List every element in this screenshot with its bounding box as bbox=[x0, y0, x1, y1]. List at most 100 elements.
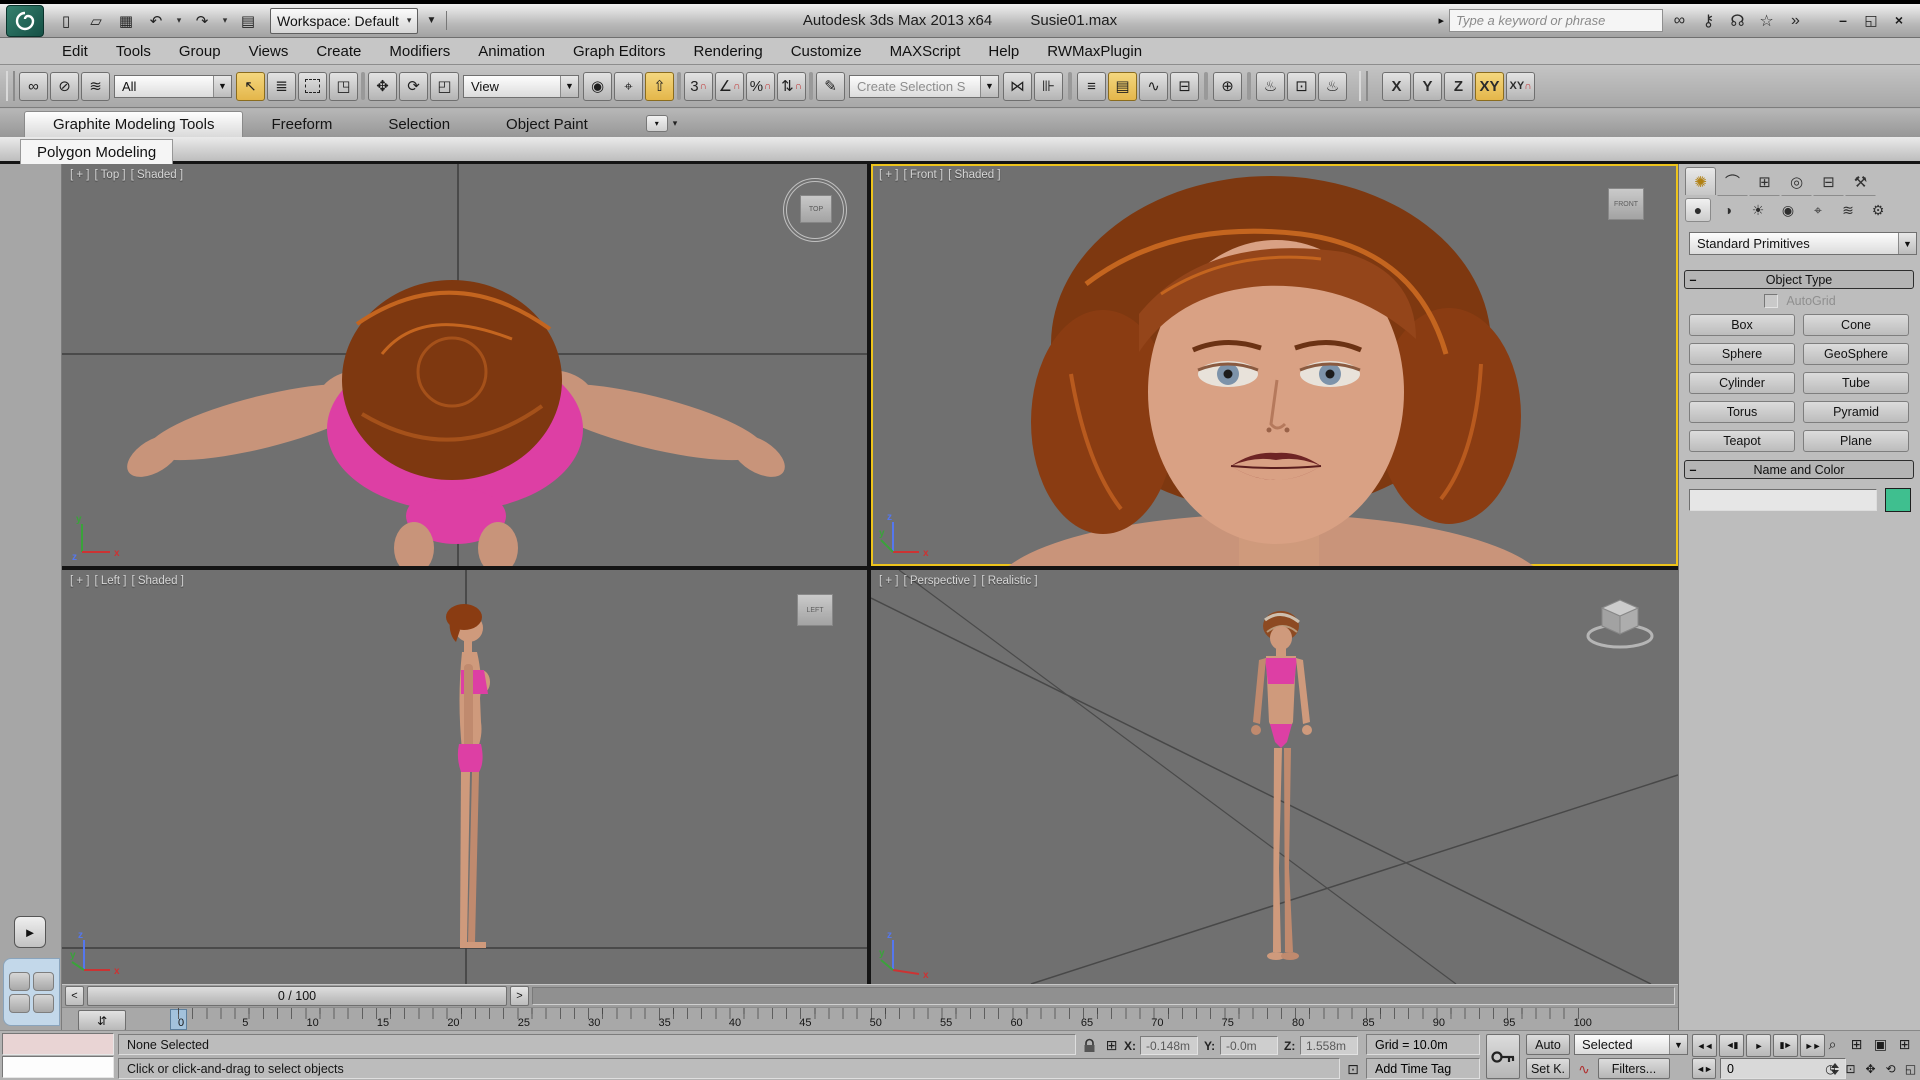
viewport-menu-general[interactable]: [ + ] bbox=[70, 169, 90, 181]
go-to-start-button[interactable]: ◄◄ bbox=[1692, 1034, 1717, 1057]
viewcube[interactable]: LEFT bbox=[797, 594, 833, 626]
new-scene-button[interactable]: ▯ bbox=[53, 9, 79, 33]
isolate-selection-toggle[interactable]: ⊡ bbox=[1344, 1060, 1362, 1078]
viewport-layout-tab[interactable] bbox=[3, 958, 60, 1026]
tab-modify[interactable]: ⌒ bbox=[1717, 167, 1748, 196]
angle-snap-toggle[interactable]: ∠∩ bbox=[715, 72, 744, 101]
menu-help[interactable]: Help bbox=[974, 40, 1033, 63]
default-in-out-tangents-button[interactable]: ∿ bbox=[1574, 1060, 1594, 1078]
redo-dropdown[interactable]: ▾ bbox=[219, 9, 231, 33]
x-coordinate-field[interactable]: -0.148m bbox=[1140, 1036, 1198, 1055]
viewport-menu-general[interactable]: [ + ] bbox=[879, 575, 899, 587]
create-systems-button[interactable]: ⚙ bbox=[1865, 198, 1891, 222]
viewport-left[interactable]: [ + ] [ Left ] [ Shaded ] LEFT z x y bbox=[62, 570, 867, 984]
create-pyramid-button[interactable]: Pyramid bbox=[1803, 401, 1909, 423]
select-and-link-button[interactable]: ∞ bbox=[19, 72, 48, 101]
tab-display[interactable]: ⊟ bbox=[1813, 167, 1844, 196]
viewport-menu-pov[interactable]: [ Perspective ] bbox=[904, 575, 977, 587]
toolbar-grip[interactable] bbox=[1359, 71, 1368, 101]
zoom-button[interactable]: ⌕ bbox=[1822, 1034, 1843, 1055]
render-production-button[interactable]: ♨ bbox=[1318, 72, 1347, 101]
selection-filter-dropdown[interactable]: All ▼ bbox=[114, 75, 232, 98]
previous-frame-button[interactable]: ◄▮ bbox=[1719, 1034, 1744, 1057]
primitive-category-dropdown[interactable]: Standard Primitives ▼ bbox=[1689, 232, 1917, 255]
restrict-xy-plane-button[interactable]: XY bbox=[1475, 72, 1504, 101]
create-cylinder-button[interactable]: Cylinder bbox=[1689, 372, 1795, 394]
select-and-manipulate-button[interactable]: ⌖ bbox=[614, 72, 643, 101]
create-tube-button[interactable]: Tube bbox=[1803, 372, 1909, 394]
viewport-menu-pov[interactable]: [ Top ] bbox=[95, 169, 126, 181]
select-and-rotate-button[interactable]: ⟳ bbox=[399, 72, 428, 101]
tab-utilities[interactable]: ⚒ bbox=[1845, 167, 1876, 196]
create-geometry-button[interactable]: ● bbox=[1685, 198, 1711, 222]
time-slider-value[interactable]: 0 / 100 bbox=[87, 986, 507, 1006]
create-shapes-button[interactable]: ◑ bbox=[1715, 198, 1741, 222]
bind-to-space-warp-button[interactable]: ≋ bbox=[81, 72, 110, 101]
viewport-menu-shading[interactable]: [ Shaded ] bbox=[131, 169, 183, 181]
menu-modifiers[interactable]: Modifiers bbox=[375, 40, 464, 63]
polygon-modeling-panel-tab[interactable]: Polygon Modeling bbox=[20, 139, 173, 165]
maximize-viewport-toggle[interactable]: ◱ bbox=[1902, 1058, 1919, 1079]
restrict-x-button[interactable]: X bbox=[1382, 72, 1411, 101]
menu-group[interactable]: Group bbox=[165, 40, 235, 63]
subscription-center-icon[interactable]: ☊ bbox=[1724, 9, 1751, 33]
spinner-snap-toggle[interactable]: ⇅∩ bbox=[777, 72, 806, 101]
create-space-warps-button[interactable]: ≋ bbox=[1835, 198, 1861, 222]
redo-button[interactable]: ↷ bbox=[189, 9, 215, 33]
previous-frame-slider-button[interactable]: < bbox=[65, 986, 84, 1006]
undo-dropdown[interactable]: ▾ bbox=[173, 9, 185, 33]
set-key-toggle[interactable]: Set K. bbox=[1526, 1058, 1570, 1079]
next-frame-button[interactable]: ▮► bbox=[1773, 1034, 1798, 1057]
select-and-uniform-scale-button[interactable]: ◰ bbox=[430, 72, 459, 101]
region-zoom-button[interactable]: ⊡ bbox=[1842, 1058, 1859, 1079]
menu-create[interactable]: Create bbox=[302, 40, 375, 63]
orbit-button[interactable]: ⟲ bbox=[1882, 1058, 1899, 1079]
key-filter-dropdown[interactable]: Selected ▼ bbox=[1574, 1034, 1688, 1055]
search-arrow-icon[interactable]: ▸ bbox=[1438, 14, 1444, 27]
curve-editor-button[interactable]: ∿ bbox=[1139, 72, 1168, 101]
viewport-menu-general[interactable]: [ + ] bbox=[879, 169, 899, 181]
more-chevron-icon[interactable]: » bbox=[1782, 9, 1809, 33]
toolbar-grip[interactable] bbox=[6, 71, 15, 101]
viewport-menu-pov[interactable]: [ Front ] bbox=[904, 169, 944, 181]
menu-rendering[interactable]: Rendering bbox=[679, 40, 776, 63]
open-file-button[interactable]: ▱ bbox=[83, 9, 109, 33]
key-mode-toggle[interactable]: ◄► bbox=[1692, 1058, 1716, 1079]
tab-motion[interactable]: ◎ bbox=[1781, 167, 1812, 196]
viewport-menu-pov[interactable]: [ Left ] bbox=[95, 575, 127, 587]
percent-snap-toggle[interactable]: %∩ bbox=[746, 72, 775, 101]
transform-gizmo-toggle[interactable]: ⊞ bbox=[1102, 1036, 1121, 1055]
autogrid-checkbox[interactable] bbox=[1764, 294, 1778, 308]
time-configuration-button[interactable]: ◷ bbox=[1822, 1058, 1839, 1079]
tab-create[interactable]: ✺ bbox=[1685, 167, 1716, 195]
zoom-extents-button[interactable]: ▣ bbox=[1870, 1034, 1891, 1055]
ribbon-minimize-dropdown[interactable]: ▾ ▾ bbox=[646, 115, 678, 132]
search-browse-icon[interactable]: ∞ bbox=[1666, 9, 1693, 33]
z-coordinate-field[interactable]: 1.558m bbox=[1300, 1036, 1358, 1055]
rendered-frame-window-button[interactable]: ⊡ bbox=[1287, 72, 1316, 101]
ribbon-tab-graphite-modeling-tools[interactable]: Graphite Modeling Tools bbox=[24, 111, 243, 137]
viewport-front[interactable]: [ + ] [ Front ] [ Shaded ] FRONT z x y bbox=[871, 164, 1678, 566]
maxscript-mini-listener-pink[interactable] bbox=[2, 1033, 114, 1055]
viewport-menu-shading[interactable]: [ Realistic ] bbox=[981, 575, 1037, 587]
render-setup-button[interactable]: ♨ bbox=[1256, 72, 1285, 101]
restrict-z-button[interactable]: Z bbox=[1444, 72, 1473, 101]
tab-hierarchy[interactable]: ⊞ bbox=[1749, 167, 1780, 196]
search-input[interactable] bbox=[1449, 9, 1663, 32]
favorites-icon[interactable]: ☆ bbox=[1753, 9, 1780, 33]
zoom-extents-all-button[interactable]: ⊞ bbox=[1894, 1034, 1915, 1055]
menu-customize[interactable]: Customize bbox=[777, 40, 876, 63]
snap-use-axis-constraints-toggle[interactable]: XY ∩ bbox=[1506, 72, 1535, 101]
use-pivot-point-center-button[interactable]: ◉ bbox=[583, 72, 612, 101]
menu-animation[interactable]: Animation bbox=[464, 40, 559, 63]
ribbon-tab-freeform[interactable]: Freeform bbox=[243, 112, 360, 137]
create-plane-button[interactable]: Plane bbox=[1803, 430, 1909, 452]
minimize-button[interactable]: – bbox=[1834, 12, 1852, 29]
layer-manager-button[interactable]: ≡ bbox=[1077, 72, 1106, 101]
viewport-menu-shading[interactable]: [ Shaded ] bbox=[131, 575, 183, 587]
track-bar-ruler[interactable]: 0510152025303540455055606570758085909510… bbox=[178, 1008, 1592, 1031]
key-filters-button[interactable]: Filters... bbox=[1598, 1058, 1670, 1079]
object-type-rollout-header[interactable]: – Object Type bbox=[1684, 270, 1914, 289]
mirror-button[interactable]: ⋈ bbox=[1003, 72, 1032, 101]
open-mini-curve-editor-button[interactable]: ⇵ bbox=[78, 1010, 126, 1031]
